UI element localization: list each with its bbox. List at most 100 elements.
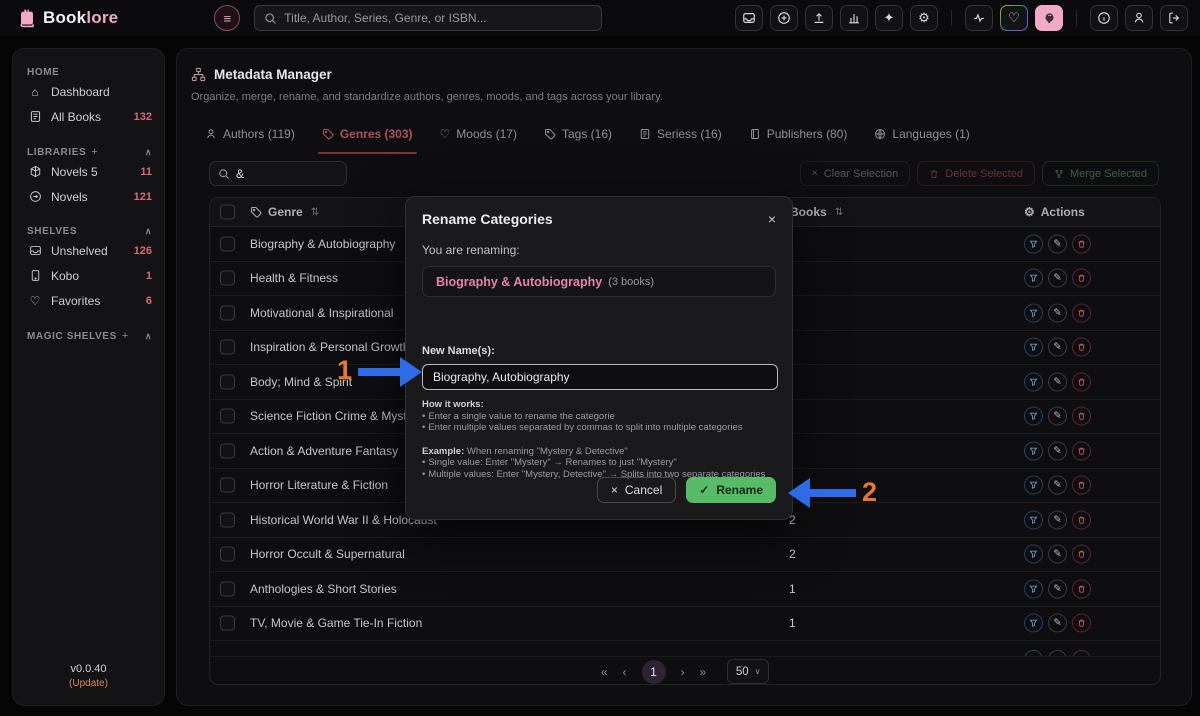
row-checkbox[interactable] — [220, 581, 235, 596]
edit-genre-button[interactable]: ✎ — [1048, 407, 1067, 426]
filter-by-genre-button[interactable] — [1024, 579, 1043, 598]
sidebar-item-unshelved[interactable]: Unshelved 126 — [27, 239, 152, 262]
genre-filter[interactable] — [209, 161, 347, 186]
account-button[interactable] — [1125, 5, 1153, 31]
page-size-select[interactable]: 50∨ — [727, 659, 769, 684]
delete-genre-button[interactable] — [1072, 303, 1091, 322]
new-name-input[interactable] — [422, 364, 778, 390]
delete-selected-button[interactable]: Delete Selected — [917, 161, 1035, 186]
add-magic-shelf-icon[interactable]: + — [122, 330, 129, 342]
row-checkbox[interactable] — [220, 409, 235, 424]
edit-genre-button[interactable] — [1048, 650, 1067, 657]
filter-by-genre-button[interactable] — [1024, 476, 1043, 495]
delete-genre-button[interactable] — [1072, 614, 1091, 633]
select-all-checkbox[interactable] — [220, 205, 235, 220]
logout-button[interactable] — [1160, 5, 1188, 31]
tab-languages[interactable]: Languages (1) — [874, 123, 969, 145]
cancel-button[interactable]: ×Cancel — [597, 477, 676, 503]
delete-genre-button[interactable] — [1072, 510, 1091, 529]
metadata-manager-button[interactable] — [1035, 5, 1063, 31]
row-checkbox[interactable] — [220, 236, 235, 251]
upload-button[interactable] — [805, 5, 833, 31]
edit-genre-button[interactable]: ✎ — [1048, 269, 1067, 288]
sort-icon[interactable]: ⇅ — [835, 207, 843, 218]
row-checkbox[interactable] — [220, 547, 235, 562]
sidebar-item-novels[interactable]: Novels 121 — [27, 185, 152, 208]
sparkles-button[interactable]: ✦ — [875, 5, 903, 31]
delete-genre-button[interactable] — [1072, 441, 1091, 460]
row-checkbox[interactable] — [220, 512, 235, 527]
tab-tags[interactable]: Tags (16) — [544, 123, 612, 145]
sidebar-item-favorites[interactable]: ♡ Favorites 6 — [27, 289, 152, 312]
activity-button[interactable] — [965, 5, 993, 31]
delete-genre-button[interactable] — [1072, 234, 1091, 253]
global-search[interactable] — [254, 5, 602, 31]
sidebar-item-novels5[interactable]: Novels 5 11 — [27, 160, 152, 183]
tab-moods[interactable]: ♡Moods (17) — [440, 123, 517, 145]
tab-authors[interactable]: Authors (119) — [205, 123, 295, 145]
row-checkbox[interactable] — [220, 305, 235, 320]
current-page-button[interactable]: 1 — [642, 660, 666, 684]
edit-genre-button[interactable]: ✎ — [1048, 303, 1067, 322]
rename-button[interactable]: ✓Rename — [686, 477, 776, 503]
delete-genre-button[interactable] — [1072, 372, 1091, 391]
edit-genre-button[interactable]: ✎ — [1048, 372, 1067, 391]
delete-genre-button[interactable] — [1072, 476, 1091, 495]
sort-icon[interactable]: ⇅ — [311, 207, 319, 218]
hamburger-menu-button[interactable]: ≡ — [214, 5, 240, 31]
first-page-icon[interactable]: « — [601, 665, 608, 679]
tab-publishers[interactable]: Publishers (80) — [749, 123, 848, 145]
update-link[interactable]: (Update) — [13, 678, 164, 689]
filter-by-genre-button[interactable] — [1024, 650, 1043, 657]
collapse-chevron-icon[interactable]: ∧ — [145, 147, 152, 158]
tab-genres[interactable]: Genres (303) — [322, 123, 413, 145]
info-button[interactable] — [1090, 5, 1118, 31]
delete-genre-button[interactable] — [1072, 650, 1091, 657]
delete-genre-button[interactable] — [1072, 545, 1091, 564]
clear-selection-button[interactable]: ×Clear Selection — [800, 161, 910, 186]
brand-logo[interactable]: Booklore — [16, 8, 118, 28]
settings-button[interactable]: ⚙ — [910, 5, 938, 31]
row-checkbox[interactable] — [220, 443, 235, 458]
filter-by-genre-button[interactable] — [1024, 545, 1043, 564]
modal-close-icon[interactable]: × — [768, 211, 776, 227]
edit-genre-button[interactable]: ✎ — [1048, 579, 1067, 598]
filter-by-genre-button[interactable] — [1024, 614, 1043, 633]
delete-genre-button[interactable] — [1072, 579, 1091, 598]
favorites-button[interactable]: ♡ — [1000, 5, 1028, 31]
delete-genre-button[interactable] — [1072, 407, 1091, 426]
genre-column-header[interactable]: Genre ⇅ — [250, 205, 319, 219]
add-button[interactable] — [770, 5, 798, 31]
inbox-button[interactable] — [735, 5, 763, 31]
row-checkbox[interactable] — [220, 271, 235, 286]
stats-button[interactable] — [840, 5, 868, 31]
filter-by-genre-button[interactable] — [1024, 510, 1043, 529]
sidebar-item-all-books[interactable]: All Books 132 — [27, 105, 152, 128]
last-page-icon[interactable]: » — [700, 665, 707, 679]
merge-selected-button[interactable]: Merge Selected — [1042, 161, 1159, 186]
filter-by-genre-button[interactable] — [1024, 338, 1043, 357]
filter-by-genre-button[interactable] — [1024, 269, 1043, 288]
filter-by-genre-button[interactable] — [1024, 372, 1043, 391]
delete-genre-button[interactable] — [1072, 338, 1091, 357]
prev-page-icon[interactable]: ‹ — [623, 665, 627, 679]
edit-genre-button[interactable]: ✎ — [1048, 441, 1067, 460]
filter-by-genre-button[interactable] — [1024, 234, 1043, 253]
next-page-icon[interactable]: › — [681, 665, 685, 679]
edit-genre-button[interactable]: ✎ — [1048, 338, 1067, 357]
row-checkbox[interactable] — [220, 478, 235, 493]
edit-genre-button[interactable]: ✎ — [1048, 476, 1067, 495]
edit-genre-button[interactable]: ✎ — [1048, 545, 1067, 564]
filter-by-genre-button[interactable] — [1024, 441, 1043, 460]
row-checkbox[interactable] — [220, 374, 235, 389]
filter-by-genre-button[interactable] — [1024, 303, 1043, 322]
add-library-icon[interactable]: + — [91, 146, 98, 158]
row-checkbox[interactable] — [220, 340, 235, 355]
collapse-chevron-icon[interactable]: ∧ — [145, 226, 152, 237]
sidebar-item-dashboard[interactable]: ⌂ Dashboard — [27, 80, 152, 103]
genre-filter-input[interactable] — [236, 167, 338, 181]
sidebar-item-kobo[interactable]: Kobo 1 — [27, 264, 152, 287]
edit-genre-button[interactable]: ✎ — [1048, 614, 1067, 633]
delete-genre-button[interactable] — [1072, 269, 1091, 288]
tab-seriess[interactable]: Seriess (16) — [639, 123, 722, 145]
